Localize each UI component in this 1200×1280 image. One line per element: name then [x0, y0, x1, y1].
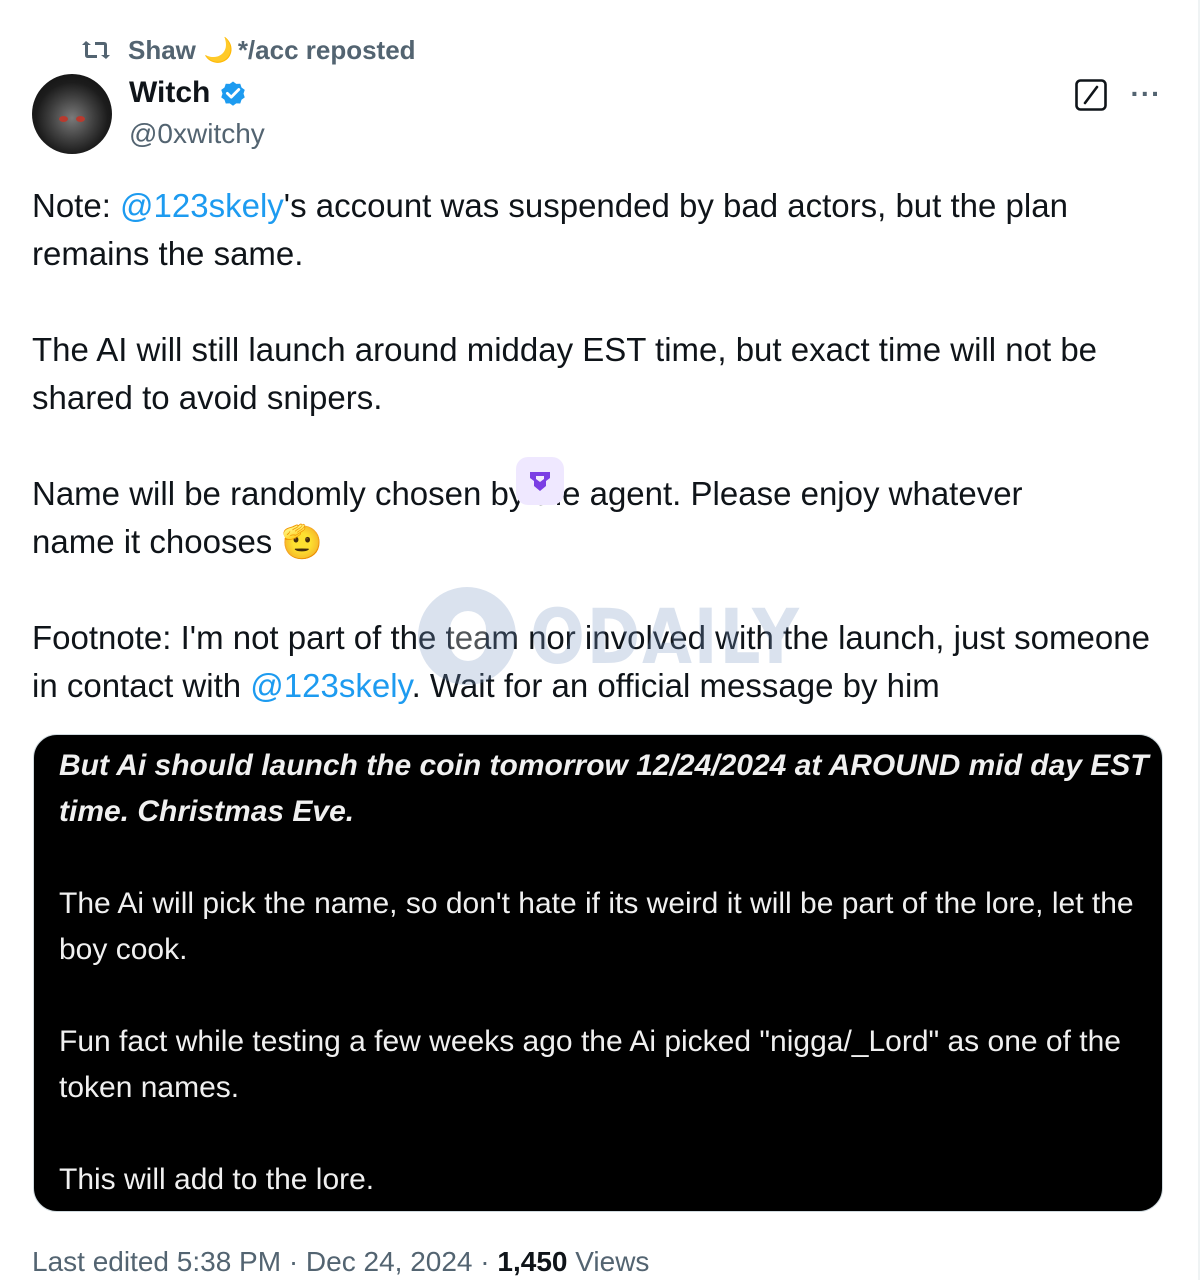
edited-timestamp[interactable]: Last edited 5:38 PM · Dec 24, 2024 · — [32, 1246, 497, 1277]
repost-icon — [82, 41, 110, 59]
repost-indicator[interactable]: Shaw 🌙 */acc reposted — [80, 34, 416, 66]
media-text-block-1: But Ai should launch the coin tomorrow 1… — [59, 749, 1149, 828]
verified-badge-icon — [221, 81, 246, 106]
footnote-rest: . Wait for an official message by him — [411, 667, 940, 704]
avatar[interactable] — [32, 74, 112, 154]
views-label: Views — [567, 1246, 650, 1277]
moon-emoji: 🌙 — [203, 36, 234, 64]
media-text-block-2: The Ai will pick the name, so don't hate… — [59, 887, 1134, 966]
media-text-block-4: This will add to the lore. — [59, 1163, 375, 1196]
paragraph-3-line-2: name it chooses — [32, 523, 282, 560]
salute-emoji: 🫡 — [281, 523, 323, 560]
grok-button[interactable] — [1074, 78, 1108, 112]
author-handle[interactable]: @0xwitchy — [129, 118, 265, 150]
repost-user-name: Shaw — [128, 34, 196, 65]
purple-shield-icon — [530, 472, 550, 491]
views-count: 1,450 — [497, 1246, 568, 1277]
tweet-paragraph-4: Footnote: I'm not part of the team nor i… — [32, 614, 1182, 710]
more-options-button[interactable]: ··· — [1128, 80, 1164, 108]
mention-link[interactable]: @123skely — [120, 187, 284, 224]
extension-overlay-badge[interactable] — [516, 457, 564, 505]
tweet-paragraph-3: Name will be randomly chosen by the agen… — [32, 470, 1182, 566]
avatar-left-eye — [59, 116, 68, 122]
mention-link[interactable]: @123skely — [250, 667, 411, 704]
note-prefix: Note: — [32, 187, 121, 224]
tweet-media-image[interactable]: But Ai should launch the coin tomorrow 1… — [33, 734, 1163, 1212]
tweet-body: Note: @123skely's account was suspended … — [32, 182, 1182, 710]
author-display-name: Witch — [129, 76, 211, 109]
tweet-paragraph-1: Note: @123skely's account was suspended … — [32, 182, 1182, 278]
repost-label: */acc reposted — [237, 34, 416, 65]
tweet-meta: Last edited 5:38 PM · Dec 24, 2024 · 1,4… — [32, 1246, 649, 1278]
avatar-right-eye — [76, 116, 85, 122]
tweet-paragraph-2: The AI will still launch around midday E… — [32, 331, 1098, 416]
media-text-block-3: Fun fact while testing a few weeks ago t… — [59, 1025, 1121, 1104]
author-name-row[interactable]: Witch — [129, 76, 248, 110]
grok-icon — [1075, 79, 1107, 111]
